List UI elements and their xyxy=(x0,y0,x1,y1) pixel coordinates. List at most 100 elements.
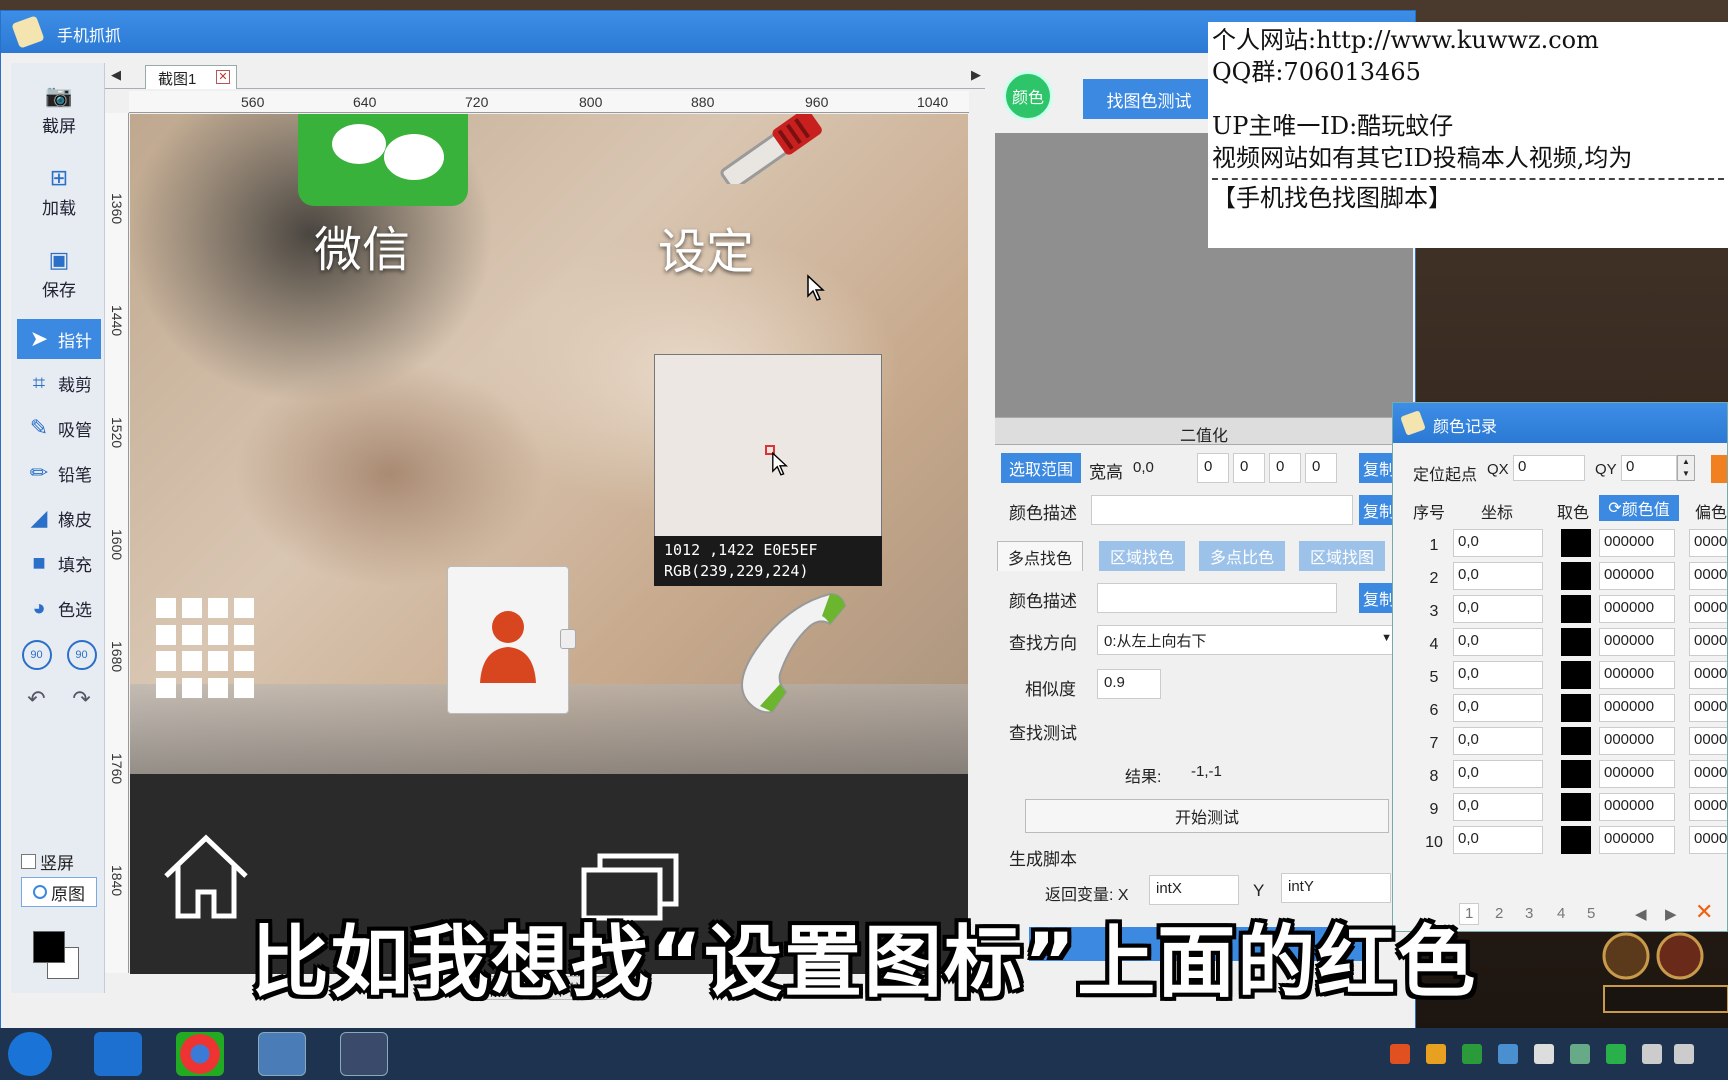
tab-multipoint-find-color[interactable]: 多点找色 xyxy=(997,541,1083,571)
row-color-swatch[interactable] xyxy=(1561,661,1591,689)
eyedropper-tool[interactable]: ✎ 吸管 xyxy=(17,408,101,448)
row-color-value-input[interactable]: 000000 xyxy=(1599,595,1675,623)
row-color-value-input[interactable]: 000000 xyxy=(1599,661,1675,689)
row-offset-input[interactable]: 00000 xyxy=(1689,595,1727,623)
row-color-swatch[interactable] xyxy=(1561,694,1591,722)
find-color-test-button[interactable]: 找图色测试 xyxy=(1083,79,1215,119)
row-coord-input[interactable]: 0,0 xyxy=(1453,628,1543,656)
locate-button[interactable] xyxy=(1711,455,1727,483)
contacts-app-icon[interactable] xyxy=(447,566,576,714)
app-drawer-icon[interactable] xyxy=(156,598,260,698)
pencil-tool[interactable]: ✏ 铅笔 xyxy=(17,453,101,493)
qx-input[interactable]: 0 xyxy=(1513,455,1585,481)
load-button[interactable]: ⊞ 加载 xyxy=(17,153,101,231)
settings-app-icon[interactable] xyxy=(706,114,832,184)
tray-app-icon[interactable] xyxy=(1462,1044,1482,1064)
qy-input[interactable]: 0 xyxy=(1621,455,1677,481)
row-offset-input[interactable]: 00000 xyxy=(1689,760,1727,788)
maxthon-icon[interactable] xyxy=(94,1032,142,1076)
phone-app-icon[interactable] xyxy=(730,584,850,724)
row-offset-input[interactable]: 00000 xyxy=(1689,661,1727,689)
row-color-swatch[interactable] xyxy=(1561,628,1591,656)
row-color-value-input[interactable]: 000000 xyxy=(1599,562,1675,590)
rotate-left-icon[interactable]: 90 xyxy=(21,640,52,670)
chrome-icon[interactable] xyxy=(176,1032,224,1076)
color-button[interactable]: 颜色 xyxy=(1003,71,1053,121)
range-y2[interactable]: 0 xyxy=(1305,453,1337,483)
color-value-header-button[interactable]: ⟳ 颜色值 xyxy=(1599,495,1679,521)
recorder-task-icon[interactable] xyxy=(340,1032,388,1076)
tab-area-find-image[interactable]: 区域找图 xyxy=(1299,541,1385,571)
row-offset-input[interactable]: 00000 xyxy=(1689,727,1727,755)
tab-scroll-left-icon[interactable]: ◀ xyxy=(111,67,121,83)
undo-icon[interactable]: ↶ xyxy=(24,687,50,711)
rotate-right-icon[interactable]: 90 xyxy=(66,640,97,670)
row-color-value-input[interactable]: 000000 xyxy=(1599,529,1675,557)
tab-area-find-color[interactable]: 区域找色 xyxy=(1099,541,1185,571)
save-button[interactable]: ▣ 保存 xyxy=(17,235,101,313)
checkbox-box[interactable] xyxy=(21,854,36,869)
tray-app-icon[interactable] xyxy=(1426,1044,1446,1064)
row-color-swatch[interactable] xyxy=(1561,793,1591,821)
tab-screenshot1[interactable]: 截图1 ✕ xyxy=(145,65,237,89)
wechat-app-icon[interactable] xyxy=(298,114,468,206)
fill-tool[interactable]: ■ 填充 xyxy=(17,543,101,583)
sogou-icon[interactable] xyxy=(1390,1044,1410,1064)
row-coord-input[interactable]: 0,0 xyxy=(1453,826,1543,854)
row-offset-input[interactable]: 00000 xyxy=(1689,793,1727,821)
color-desc-input[interactable] xyxy=(1091,495,1353,525)
row-color-value-input[interactable]: 000000 xyxy=(1599,694,1675,722)
color-desc2-input[interactable] xyxy=(1097,583,1337,613)
screenshot-canvas[interactable]: 微信 设定 1012 ,1422 E0E5EF RGB(239,229,224) xyxy=(130,114,968,974)
wechat-tray-icon[interactable] xyxy=(1606,1044,1626,1064)
row-coord-input[interactable]: 0,0 xyxy=(1453,562,1543,590)
row-coord-input[interactable]: 0,0 xyxy=(1453,727,1543,755)
range-y1[interactable]: 0 xyxy=(1233,453,1265,483)
row-coord-input[interactable]: 0,0 xyxy=(1453,595,1543,623)
tab-multipoint-compare[interactable]: 多点比色 xyxy=(1199,541,1285,571)
start-icon[interactable] xyxy=(8,1032,52,1076)
y-var-input[interactable]: intY xyxy=(1281,873,1391,903)
direction-select[interactable]: 0:从左上向右下 ▼ xyxy=(1097,625,1397,655)
row-color-swatch[interactable] xyxy=(1561,727,1591,755)
network-icon[interactable] xyxy=(1642,1044,1662,1064)
row-coord-input[interactable]: 0,0 xyxy=(1453,760,1543,788)
tray-app-icon[interactable] xyxy=(1570,1044,1590,1064)
eraser-tool[interactable]: ◢ 橡皮 xyxy=(17,498,101,538)
close-tab-icon[interactable]: ✕ xyxy=(216,70,230,84)
row-color-swatch[interactable] xyxy=(1561,826,1591,854)
row-coord-input[interactable]: 0,0 xyxy=(1453,529,1543,557)
row-color-swatch[interactable] xyxy=(1561,595,1591,623)
row-color-value-input[interactable]: 000000 xyxy=(1599,727,1675,755)
similarity-input[interactable]: 0.9 xyxy=(1097,669,1161,699)
tab-scroll-right-icon[interactable]: ▶ xyxy=(971,67,981,83)
start-test-button[interactable]: 开始测试 xyxy=(1025,799,1389,833)
portrait-checkbox[interactable]: 竖屏 xyxy=(21,849,74,874)
row-offset-input[interactable]: 00000 xyxy=(1689,628,1727,656)
row-coord-input[interactable]: 0,0 xyxy=(1453,694,1543,722)
binarize-header[interactable]: 二值化 xyxy=(995,417,1413,445)
tray-app-icon[interactable] xyxy=(1498,1044,1518,1064)
crop-tool[interactable]: ⌗ 裁剪 xyxy=(17,363,101,403)
row-color-value-input[interactable]: 000000 xyxy=(1599,793,1675,821)
redo-icon[interactable]: ↷ xyxy=(69,687,95,711)
color-select-tool[interactable]: ◕ 色选 xyxy=(17,588,101,628)
row-coord-input[interactable]: 0,0 xyxy=(1453,661,1543,689)
row-color-swatch[interactable] xyxy=(1561,562,1591,590)
row-color-value-input[interactable]: 000000 xyxy=(1599,826,1675,854)
select-range-button[interactable]: 选取范围 xyxy=(1001,453,1081,483)
qy-spinner-icon[interactable]: ▲ ▼ xyxy=(1677,455,1695,481)
row-offset-input[interactable]: 00000 xyxy=(1689,826,1727,854)
row-color-swatch[interactable] xyxy=(1561,529,1591,557)
row-offset-input[interactable]: 00000 xyxy=(1689,529,1727,557)
tray-app-icon[interactable] xyxy=(1534,1044,1554,1064)
screenshot-button[interactable]: 📷 截屏 xyxy=(17,71,101,149)
row-coord-input[interactable]: 0,0 xyxy=(1453,793,1543,821)
row-offset-input[interactable]: 00000 xyxy=(1689,694,1727,722)
range-x1[interactable]: 0 xyxy=(1197,453,1229,483)
range-x2[interactable]: 0 xyxy=(1269,453,1301,483)
pointer-tool[interactable]: ➤ 指针 xyxy=(17,319,101,359)
row-color-value-input[interactable]: 000000 xyxy=(1599,760,1675,788)
row-offset-input[interactable]: 00000 xyxy=(1689,562,1727,590)
volume-icon[interactable] xyxy=(1674,1044,1694,1064)
